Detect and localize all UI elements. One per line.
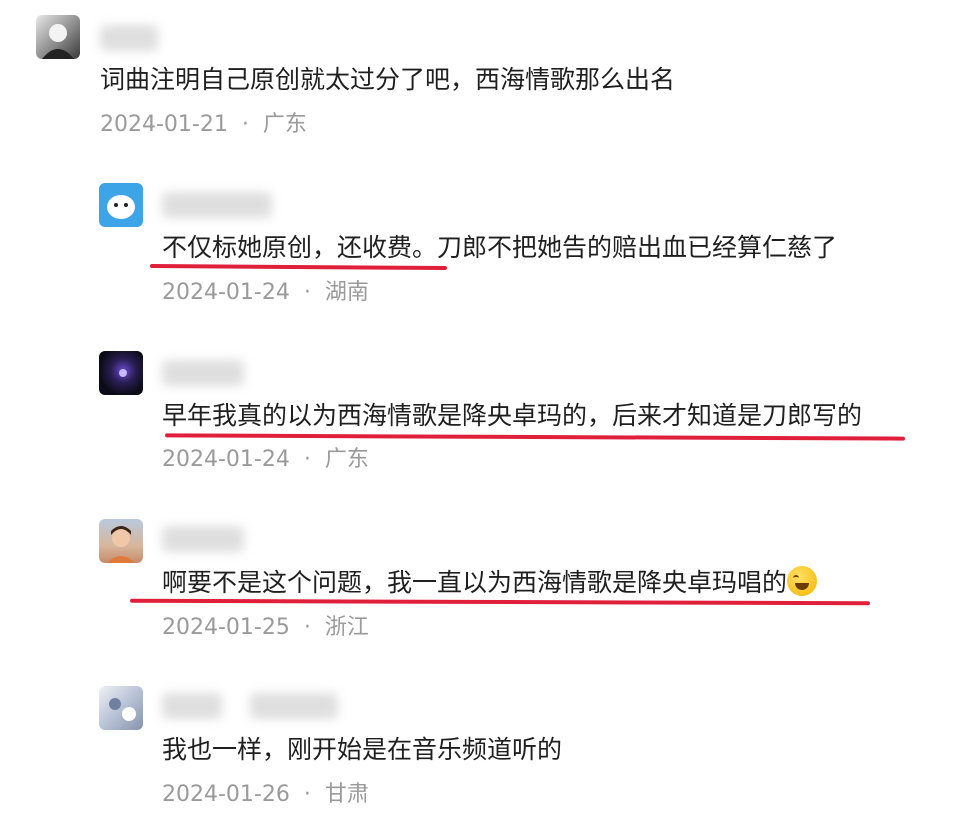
avatar[interactable] bbox=[99, 183, 143, 227]
comment-location: 甘肃 bbox=[324, 782, 369, 807]
username-blurred[interactable] bbox=[162, 360, 244, 386]
comment-text-highlighted: 不仅标她原创，还收费。 bbox=[162, 233, 438, 262]
comment-location: 湖南 bbox=[324, 280, 369, 305]
separator: · bbox=[303, 447, 311, 472]
comment-meta: 2024-01-24 · 广东 bbox=[162, 445, 369, 475]
separator: · bbox=[241, 112, 249, 137]
illustration-avatar-icon bbox=[109, 698, 136, 721]
red-underline bbox=[164, 433, 906, 441]
comment-location: 浙江 bbox=[324, 615, 369, 640]
comment-text: 不仅标她原创，还收费。刀郎不把她告的赔出血已经算仁慈了 bbox=[162, 231, 837, 265]
separator: · bbox=[303, 280, 311, 305]
separator: · bbox=[303, 615, 311, 640]
comment-text: 我也一样，刚开始是在音乐频道听的 bbox=[162, 735, 563, 764]
comment-date: 2024-01-24 bbox=[162, 280, 290, 305]
username-blurred[interactable] bbox=[100, 25, 158, 51]
separator: · bbox=[303, 782, 311, 807]
reply-to-username-blurred[interactable] bbox=[250, 693, 338, 719]
rolling-on-floor-laughing-icon bbox=[787, 566, 818, 596]
comment-text: 早年我真的以为西海情歌是降央卓玛的，后来才知道是刀郎写的 bbox=[162, 401, 863, 430]
comment-location: 广东 bbox=[262, 112, 307, 137]
cartoon-avatar-icon bbox=[107, 195, 135, 219]
comment-date: 2024-01-26 bbox=[162, 782, 290, 807]
anime-avatar-icon bbox=[42, 24, 74, 59]
comment-meta: 2024-01-24 · 湖南 bbox=[162, 278, 369, 308]
red-underline bbox=[149, 263, 448, 271]
comment-date: 2024-01-25 bbox=[162, 615, 290, 640]
avatar[interactable] bbox=[99, 351, 143, 395]
comment-text-body: 啊要不是这个问题，我一直以为西海情歌是降央卓玛唱的 bbox=[162, 568, 788, 597]
comment-date: 2024-01-21 bbox=[100, 112, 228, 137]
comment-meta: 2024-01-26 · 甘肃 bbox=[162, 780, 369, 810]
username-blurred[interactable] bbox=[162, 693, 222, 719]
username-blurred[interactable] bbox=[162, 526, 244, 552]
comment-text: 啊要不是这个问题，我一直以为西海情歌是降央卓玛唱的 bbox=[162, 566, 818, 600]
galaxy-avatar-icon bbox=[119, 369, 127, 377]
comment-meta: 2024-01-21 · 广东 bbox=[100, 110, 307, 140]
comment-text: 词曲注明自己原创就太过分了吧，西海情歌那么出名 bbox=[100, 65, 676, 94]
avatar[interactable] bbox=[99, 519, 143, 563]
comment-location: 广东 bbox=[324, 447, 369, 472]
comment-text-rest: 刀郎不把她告的赔出血已经算仁慈了 bbox=[437, 233, 838, 262]
username-blurred[interactable] bbox=[162, 192, 272, 218]
avatar[interactable] bbox=[99, 686, 143, 730]
avatar[interactable] bbox=[36, 15, 80, 59]
comment-meta: 2024-01-25 · 浙江 bbox=[162, 613, 369, 643]
comment-date: 2024-01-24 bbox=[162, 447, 290, 472]
photo-avatar-icon bbox=[107, 526, 135, 563]
